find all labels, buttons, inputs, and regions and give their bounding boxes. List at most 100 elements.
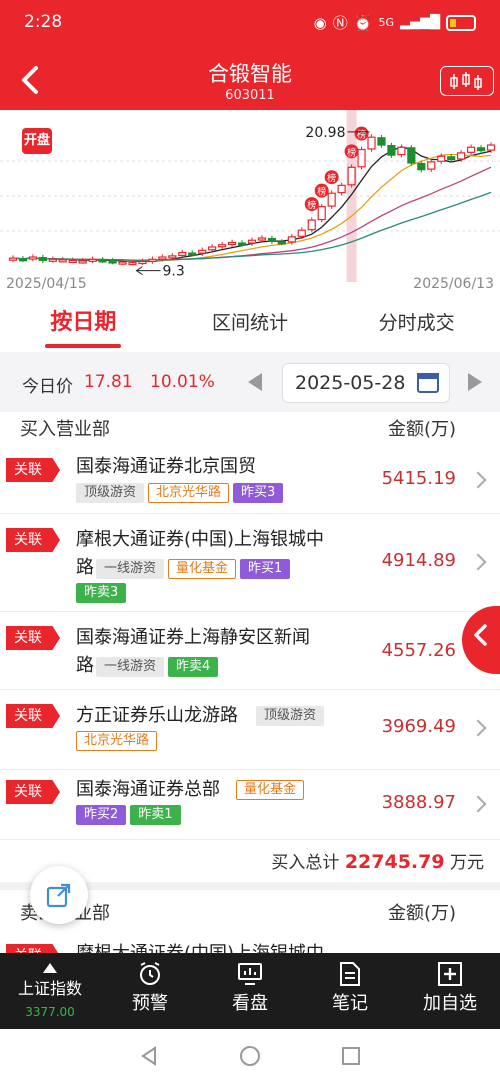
amount-value: 5415.19 [381,468,456,489]
list-item[interactable]: 关联 摩根大通证券(中国)上海银城中 [0,936,500,953]
follow-button[interactable]: 关联 [6,704,60,728]
chevron-left-icon [474,624,487,646]
nav-notes[interactable]: 笔记 [300,953,400,1029]
nav-index[interactable]: 上证指数 3377.00 [0,953,100,1029]
battery-icon [446,14,476,31]
follow-button[interactable]: 关联 [6,626,60,650]
nav-index-value: 3377.00 [25,1005,75,1019]
candle-body [18,258,28,262]
tab-by-date[interactable]: 按日期 [0,296,167,352]
trader-name-cont: 路 [76,557,94,578]
trader-name: 国泰海通证券总部 [76,779,220,800]
nav-watch[interactable]: 看盘 [200,953,300,1029]
system-home-icon[interactable] [239,1045,261,1067]
candle-body [98,259,107,263]
buy-header-label: 买入营业部 [20,419,110,440]
tab-range-stats[interactable]: 区间统计 [167,296,334,352]
nav-alert[interactable]: 预警 [100,953,200,1029]
candle-body [457,152,466,160]
candle-body [447,156,456,161]
amount-header-label: 金额(万) [387,903,456,924]
amount-value: 3969.49 [381,716,456,737]
status-time: 2:28 [24,12,63,32]
tag: 昨买3 [233,482,284,503]
candle-body [307,219,316,231]
system-back-icon[interactable] [139,1046,159,1066]
list-item[interactable]: 关联 国泰海通证券上海静安区新闻 路 一线游资 昨卖4 4557.26 [0,612,500,690]
list-item[interactable]: 关联 国泰海通证券总部 量化基金 昨买2 昨卖1 3888.97 [0,770,500,840]
candle-body [237,242,247,246]
candle-body [188,252,197,256]
candle-body [267,237,277,242]
kaipan-badge[interactable]: 开盘 [22,128,52,154]
chevron-right-icon [469,553,487,571]
buy-total-label: 买入总计 [271,853,340,873]
prev-date-arrow-icon[interactable] [248,373,262,391]
buy-total-value: 22745.79 [344,851,445,873]
list-item[interactable]: 关联 方正证券乐山龙游路 顶级游资 北京光华路 3969.49 [0,690,500,770]
tab-bar: 按日期 区间统计 分时成交 [0,296,500,352]
candle-body [138,260,147,265]
tag: 昨买1 [240,558,291,579]
nav-alert-label: 预警 [132,993,168,1014]
limit-up-marker-label: 榜 [327,172,336,184]
tag: 量化基金 [236,780,305,800]
trader-tags: 昨买2 昨卖1 [76,804,185,825]
candle-body [357,148,366,168]
alarm-clock-icon [140,962,160,985]
candle-body [427,161,436,170]
list-item[interactable]: 关联 国泰海通证券北京国贸 顶级游资 北京光华路 昨买3 5415.19 [0,444,500,514]
chevron-right-icon [469,471,487,489]
candle-body [148,258,157,262]
candle-body [467,146,476,153]
follow-button[interactable]: 关联 [6,528,60,552]
candle-body [277,241,286,245]
alarm-icon: ⏰ [353,13,373,32]
nav-add-watchlist[interactable]: 加自选 [400,953,500,1029]
today-price: 17.81 [84,372,133,392]
candle-body [417,162,426,171]
kline-chart[interactable]: 榜榜榜榜榜 20.98 9.3 [0,110,500,296]
candle-body [88,258,97,262]
trader-tags: 一线游资 昨卖4 [96,656,222,677]
kline-switch-button[interactable] [440,66,494,96]
bottom-nav: 上证指数 3377.00 预警 看盘 笔记 加自选 [0,953,500,1029]
chart-start-date: 2025/04/15 [6,276,87,292]
follow-button[interactable]: 关联 [6,780,60,804]
candle-body [68,259,77,263]
list-item[interactable]: 关联 摩根大通证券(中国)上海银城中 路 一线游资 量化基金 昨买1 昨卖3 491… [0,514,500,612]
trader-name: 摩根大通证券(中国)上海银城中 [76,529,325,550]
share-icon [46,883,71,908]
candle-body [437,155,446,162]
candle-body [377,137,386,146]
nav-index-label: 上证指数 [17,979,82,998]
status-icons: ◉ Ⓝ ⏰ 5G ▂▄▆█ [314,12,476,33]
follow-button[interactable]: 关联 [6,458,60,482]
candle-body [347,166,356,186]
system-nav-bar [0,1029,500,1083]
tag: 顶级游资 [256,706,325,726]
trader-tags: 一线游资 量化基金 昨买1 [96,558,294,579]
date-picker[interactable]: 2025-05-28 [282,363,450,403]
candle-body [287,236,296,243]
tab-tick-trades[interactable]: 分时成交 [333,296,500,352]
tag: 昨卖3 [76,582,127,603]
share-fab[interactable] [30,866,88,924]
trader-name: 方正证券乐山龙游路 [76,705,238,726]
candle-body [38,257,47,262]
candle-body [28,256,37,260]
follow-button[interactable]: 关联 [6,944,60,953]
trader-name: 摩根大通证券(中国)上海银城中 [76,940,324,953]
tag: 北京光华路 [76,730,158,751]
candle-body [257,237,267,241]
candle-body [476,147,486,152]
candle-body [128,262,137,266]
nav-add-watchlist-label: 加自选 [423,993,477,1014]
tag: 顶级游资 [76,482,145,503]
candle-body [198,249,207,254]
ma20-line [12,166,492,261]
candle-body [108,260,117,264]
next-date-arrow-icon[interactable] [468,373,482,391]
system-recents-icon[interactable] [341,1046,361,1066]
nav-watch-label: 看盘 [232,993,268,1014]
